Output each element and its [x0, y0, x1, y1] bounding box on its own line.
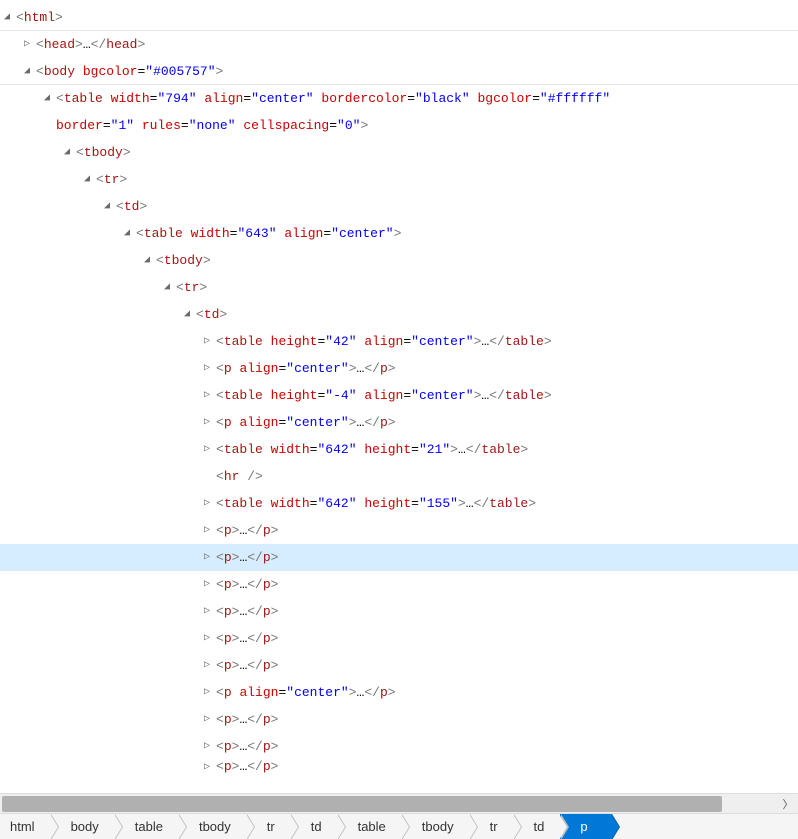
chevron-right-icon[interactable]: ▷ [200, 761, 214, 773]
node-label[interactable]: <p>…</p> [216, 577, 278, 592]
scroll-thumb[interactable] [2, 796, 722, 812]
tree-row[interactable]: ▷<p align="center">…</p> [0, 679, 798, 706]
node-label[interactable]: <p>…</p> [216, 759, 278, 774]
node-label[interactable]: <tr> [176, 280, 207, 295]
node-label[interactable]: <table width="794" align="center" border… [56, 91, 610, 106]
breadcrumb-trail: htmlbodytabletbodytrtdtabletbodytrtdp [0, 813, 798, 839]
chevron-right-icon[interactable]: ▷ [200, 335, 214, 347]
tree-row[interactable]: ▷<p align="center">…</p> [0, 409, 798, 436]
node-label[interactable]: <p>…</p> [216, 631, 278, 646]
node-label[interactable]: <p align="center">…</p> [216, 415, 396, 430]
tree-row[interactable]: ◢<table width="794" align="center" borde… [0, 85, 798, 112]
chevron-right-icon[interactable]: ▷ [200, 659, 214, 671]
tree-row[interactable]: ▷<p>…</p> [0, 760, 798, 774]
chevron-right-icon[interactable]: ▷ [200, 524, 214, 536]
chevron-down-icon[interactable]: ◢ [120, 227, 134, 239]
tree-row[interactable]: ▷<p>…</p> [0, 517, 798, 544]
node-label[interactable]: <p>…</p> [216, 523, 278, 538]
chevron-down-icon[interactable]: ◢ [140, 254, 154, 266]
tree-row[interactable]: <hr /> [0, 463, 798, 490]
chevron-right-icon[interactable]: ▷ [200, 443, 214, 455]
node-label[interactable]: <p align="center">…</p> [216, 361, 396, 376]
tree-row[interactable]: ◢<table width="643" align="center"> [0, 220, 798, 247]
tree-row[interactable]: ▷<table width="642" height="21">…</table… [0, 436, 798, 463]
tree-row[interactable]: ▷<p>…</p> [0, 571, 798, 598]
chevron-right-icon[interactable]: ▷ [200, 605, 214, 617]
chevron-down-icon[interactable]: ◢ [60, 146, 74, 158]
chevron-right-icon[interactable]: ▷ [200, 389, 214, 401]
chevron-down-icon[interactable]: ◢ [20, 65, 34, 77]
tree-row[interactable]: ◢<td> [0, 193, 798, 220]
horizontal-scrollbar[interactable]: 〉 [0, 793, 798, 813]
tree-row[interactable]: ▷<head>…</head> [0, 31, 798, 58]
tree-row[interactable]: ◢<body bgcolor="#005757"> [0, 58, 798, 85]
node-label[interactable]: <td> [196, 307, 227, 322]
dom-tree[interactable]: ◢<html>▷<head>…</head>◢<body bgcolor="#0… [0, 0, 798, 793]
breadcrumb-table[interactable]: table [115, 814, 179, 839]
node-label[interactable]: border="1" rules="none" cellspacing="0"> [56, 118, 368, 133]
tree-row[interactable]: ◢<tbody> [0, 247, 798, 274]
chevron-right-icon[interactable]: ▷ [200, 632, 214, 644]
node-label[interactable]: <table width="643" align="center"> [136, 226, 401, 241]
tree-row[interactable]: ▷<p>…</p> [0, 544, 798, 571]
breadcrumb-tbody[interactable]: tbody [402, 814, 470, 839]
tree-row[interactable]: ◢<html> [0, 4, 798, 31]
breadcrumb-tbody[interactable]: tbody [179, 814, 247, 839]
node-label[interactable]: <p>…</p> [216, 712, 278, 727]
chevron-right-icon[interactable]: ▷ [20, 38, 34, 50]
chevron-down-icon[interactable]: ◢ [180, 308, 194, 320]
tree-row[interactable]: ▷<table height="42" align="center">…</ta… [0, 328, 798, 355]
tree-row[interactable]: ▷<p>…</p> [0, 733, 798, 760]
node-label[interactable]: <p>…</p> [216, 658, 278, 673]
chevron-down-icon[interactable]: ◢ [0, 11, 14, 23]
tree-row[interactable]: ▷<table height="-4" align="center">…</ta… [0, 382, 798, 409]
tree-row[interactable]: ▷<p>…</p> [0, 625, 798, 652]
tree-row[interactable]: ◢<tr> [0, 166, 798, 193]
node-label[interactable]: <p>…</p> [216, 550, 278, 565]
node-label[interactable]: <p>…</p> [216, 739, 278, 754]
node-label[interactable]: <td> [116, 199, 147, 214]
tree-row-continuation[interactable]: border="1" rules="none" cellspacing="0"> [0, 112, 798, 139]
node-label[interactable]: <table width="642" height="155">…</table… [216, 496, 536, 511]
tree-row[interactable]: ▷<p align="center">…</p> [0, 355, 798, 382]
tree-row[interactable]: ◢<tr> [0, 274, 798, 301]
chevron-right-icon[interactable]: ▷ [200, 416, 214, 428]
node-label[interactable]: <table height="-4" align="center">…</tab… [216, 388, 552, 403]
node-label[interactable]: <hr /> [216, 469, 263, 484]
node-label[interactable]: <body bgcolor="#005757"> [36, 64, 223, 79]
chevron-right-icon[interactable]: ▷ [200, 713, 214, 725]
chevron-right-icon[interactable]: ▷ [200, 740, 214, 752]
node-label[interactable]: <p>…</p> [216, 604, 278, 619]
chevron-right-icon[interactable]: ▷ [200, 578, 214, 590]
scroll-right-button[interactable]: 〉 [778, 794, 798, 814]
chevron-right-icon[interactable]: ▷ [200, 497, 214, 509]
node-label[interactable]: <table height="42" align="center">…</tab… [216, 334, 552, 349]
chevron-down-icon[interactable]: ◢ [100, 200, 114, 212]
node-label[interactable]: <tbody> [76, 145, 131, 160]
chevron-right-icon[interactable]: ▷ [200, 362, 214, 374]
breadcrumb-html[interactable]: html [0, 814, 51, 839]
chevron-down-icon[interactable]: ◢ [80, 173, 94, 185]
tree-row[interactable]: ▷<p>…</p> [0, 652, 798, 679]
tree-row[interactable]: ▷<table width="642" height="155">…</tabl… [0, 490, 798, 517]
breadcrumb-table[interactable]: table [338, 814, 402, 839]
node-label[interactable]: <p align="center">…</p> [216, 685, 396, 700]
tree-row[interactable]: ▷<p>…</p> [0, 598, 798, 625]
tree-row[interactable]: ▷<p>…</p> [0, 706, 798, 733]
chevron-down-icon[interactable]: ◢ [160, 281, 174, 293]
node-label[interactable]: <tbody> [156, 253, 211, 268]
tree-row[interactable]: ◢<td> [0, 301, 798, 328]
tree-row[interactable]: ◢<tbody> [0, 139, 798, 166]
breadcrumb-body[interactable]: body [51, 814, 115, 839]
chevron-down-icon[interactable]: ◢ [40, 92, 54, 104]
chevron-right-icon[interactable]: ▷ [200, 551, 214, 563]
node-label[interactable]: <table width="642" height="21">…</table> [216, 442, 528, 457]
node-label[interactable]: <head>…</head> [36, 37, 145, 52]
node-label[interactable]: <tr> [96, 172, 127, 187]
node-label[interactable]: <html> [16, 10, 63, 25]
chevron-right-icon[interactable]: ▷ [200, 686, 214, 698]
